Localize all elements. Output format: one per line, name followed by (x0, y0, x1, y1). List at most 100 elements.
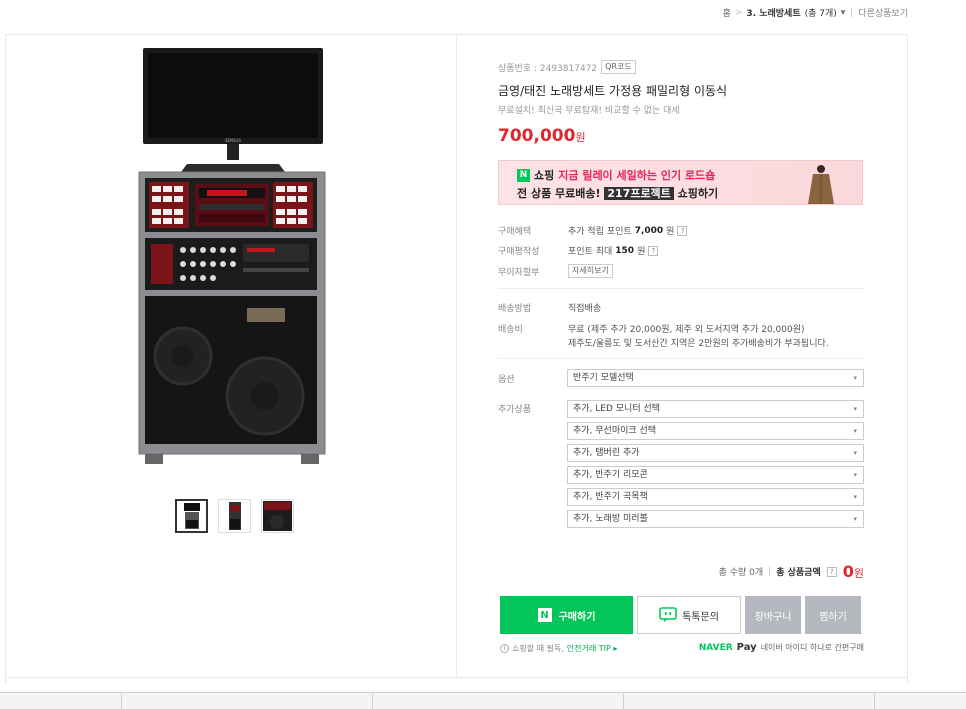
other-products-link[interactable]: 다른상품보기 (858, 6, 908, 19)
buy-benefit-points: 7,000 (634, 225, 664, 236)
total-label: 총 상품금액 (776, 568, 821, 578)
banner-highlight: 지금 릴레이 세일하는 인기 로드숍 (558, 169, 716, 182)
extra-select-mirrorball[interactable]: 추가, 노래방 미러볼 ▾ (567, 510, 864, 528)
installment-row: 무이자할부 자세히보기 (498, 264, 613, 278)
thumbnail-3[interactable] (261, 499, 294, 533)
price-unit: 원 (575, 131, 586, 144)
buy-button-label: 구매하기 (558, 611, 596, 623)
review-benefit-label: 구매평작성 (498, 247, 540, 257)
banner-cta: 쇼핑하기 (677, 187, 719, 200)
naver-n-icon: N (537, 608, 552, 622)
total-price-unit: 원 (853, 567, 864, 580)
naver-pay-description: 네이버 아이디 하나로 간편구매 (760, 643, 864, 652)
extra-select-value: 추가, 탬버린 추가 (573, 448, 640, 458)
breadcrumb-home[interactable]: 홈 (723, 6, 731, 19)
bottom-divider (5, 677, 908, 678)
delivery-fee-note-text: 제주도/울릉도 및 도서산간 지역은 2만원의 추가배송비가 부과됩니다. (568, 339, 829, 349)
buy-benefit-unit: 원 (666, 227, 675, 237)
product-page: 홈 > 3. 노래방세트 (총 7개) ▾ 다른상품보기 SENSUS 상품번호… (0, 0, 966, 709)
extra-select-value: 추가, 반주기 리모콘 (573, 470, 648, 480)
coat-icon (808, 165, 834, 204)
pay-logo: Pay (736, 642, 757, 653)
review-benefit-value: 포인트 최대 150 원 ? (568, 244, 659, 257)
tab-separator (121, 693, 122, 709)
banner-project: 217프로젝트 (604, 187, 674, 200)
extra-select-remote[interactable]: 추가, 반주기 리모콘 ▾ (567, 466, 864, 484)
extra-label: 추가상품 (498, 405, 532, 415)
product-subtitle: 무료설치! 최신곡 무료탑재! 비교할 수 없는 대세 (498, 106, 680, 116)
product-number-text: 상품번호 : 2493817472 (498, 63, 598, 74)
installment-detail-button[interactable]: 자세히보기 (568, 264, 613, 278)
naver-n-icon: N (517, 168, 530, 182)
product-title: 금영/태진 노래방세트 가정용 패밀리형 이동식 (498, 84, 728, 98)
model-select[interactable]: 반주기 모델선택 ▾ (567, 369, 864, 387)
help-icon[interactable]: ? (648, 245, 659, 256)
chevron-down-icon: ▾ (853, 515, 857, 523)
talktalk-button[interactable]: 톡톡문의 (637, 596, 741, 634)
thumbnail-list (175, 499, 294, 533)
review-benefit-row: 구매평작성 포인트 최대 150 원 ? (498, 244, 659, 257)
buy-benefit-row: 구매혜택 추가 적립 포인트 7,000 원 ? (498, 224, 688, 237)
chevron-down-icon: ▾ (853, 449, 857, 457)
info-icon: i (500, 644, 509, 653)
chevron-down-icon[interactable]: ▾ (841, 8, 846, 18)
promo-banner[interactable]: N 쇼핑 지금 릴레이 세일하는 인기 로드숍 전 상품 무료배송! 217프로… (498, 160, 863, 205)
chevron-down-icon: ▾ (853, 405, 857, 413)
product-image[interactable]: SENSUS (135, 46, 330, 466)
shopping-notice: i 쇼핑할 때 필독, 안전거래 TIP ▸ (500, 643, 617, 654)
delivery-fee-note: 제주도/울릉도 및 도서산간 지역은 2만원의 추가배송비가 부과됩니다. (568, 336, 829, 349)
extra-select-tambourine[interactable]: 추가, 탬버린 추가 ▾ (567, 444, 864, 462)
tab-separator (372, 693, 373, 709)
option-label: 옵션 (498, 375, 515, 385)
banner-free-shipping: 전 상품 무료배송! (517, 187, 601, 200)
breadcrumb-count: (총 7개) (804, 9, 837, 19)
breadcrumb-divider (851, 8, 853, 17)
breadcrumb-separator: > (734, 7, 743, 18)
wishlist-button[interactable]: 찜하기 (805, 596, 861, 634)
safe-trade-tip-link[interactable]: 안전거래 TIP ▸ (567, 643, 618, 654)
thumbnail-1[interactable] (175, 499, 208, 533)
extra-row: 추가상품 (498, 402, 568, 415)
product-info: 상품번호 : 2493817472 QR코드 금영/태진 노래방세트 가정용 패… (498, 60, 864, 146)
section-divider (498, 358, 864, 359)
chevron-down-icon: ▾ (853, 471, 857, 479)
wishlist-button-label: 찜하기 (819, 611, 847, 623)
column-divider (456, 34, 457, 677)
cart-button-label: 장바구니 (754, 611, 792, 623)
total-price-value: 0 (842, 562, 854, 581)
extra-select-songbook[interactable]: 추가, 반주기 곡목책 ▾ (567, 488, 864, 506)
extra-select-value: 추가, LED 모니터 선택 (573, 404, 661, 414)
total-quantity: 총 수량 0개 (718, 568, 764, 578)
extra-select-value: 추가, 노래방 미러볼 (573, 514, 648, 524)
chat-bubble-icon (659, 607, 677, 622)
model-select-value: 반주기 모델선택 (573, 373, 634, 383)
tab-separator (874, 693, 875, 709)
breadcrumb-category[interactable]: 3. 노래방세트 (746, 6, 800, 19)
thumbnail-2[interactable] (218, 499, 251, 533)
shopping-notice-text: 쇼핑할 때 필독, (512, 644, 564, 653)
chevron-down-icon: ▾ (853, 427, 857, 435)
help-icon[interactable]: ? (826, 566, 837, 577)
product-number: 상품번호 : 2493817472 QR코드 (498, 60, 864, 74)
naver-logo: NAVER (698, 642, 733, 653)
help-icon[interactable]: ? (677, 225, 688, 236)
qr-code-button[interactable]: QR코드 (601, 60, 636, 74)
monitor-brand: SENSUS (225, 138, 242, 143)
buy-benefit-text: 추가 적립 포인트 (568, 227, 632, 237)
total-price: 0원 (843, 562, 864, 581)
delivery-fee-value: 무료 (제주 추가 20,000원, 제주 외 도서지역 추가 20,000원) (568, 325, 805, 335)
bottom-tab-bar (0, 692, 966, 709)
chevron-down-icon: ▾ (853, 493, 857, 501)
delivery-fee-row: 배송비 무료 (제주 추가 20,000원, 제주 외 도서지역 추가 20,0… (498, 322, 805, 335)
extra-select-mic[interactable]: 추가, 무선마이크 선택 ▾ (567, 422, 864, 440)
installment-label: 무이자할부 (498, 267, 540, 278)
banner-shopping: 쇼핑 (534, 169, 555, 182)
talktalk-button-label: 톡톡문의 (682, 611, 719, 623)
cart-button[interactable]: 장바구니 (745, 596, 801, 634)
extra-select-monitor[interactable]: 추가, LED 모니터 선택 ▾ (567, 400, 864, 418)
buy-button[interactable]: N 구매하기 (500, 596, 633, 634)
delivery-method-value: 직접배송 (568, 304, 602, 314)
banner-line-1: N 쇼핑 지금 릴레이 세일하는 인기 로드숍 (517, 167, 715, 183)
review-benefit-unit: 원 (637, 247, 646, 257)
review-benefit-text: 포인트 최대 (568, 247, 613, 257)
